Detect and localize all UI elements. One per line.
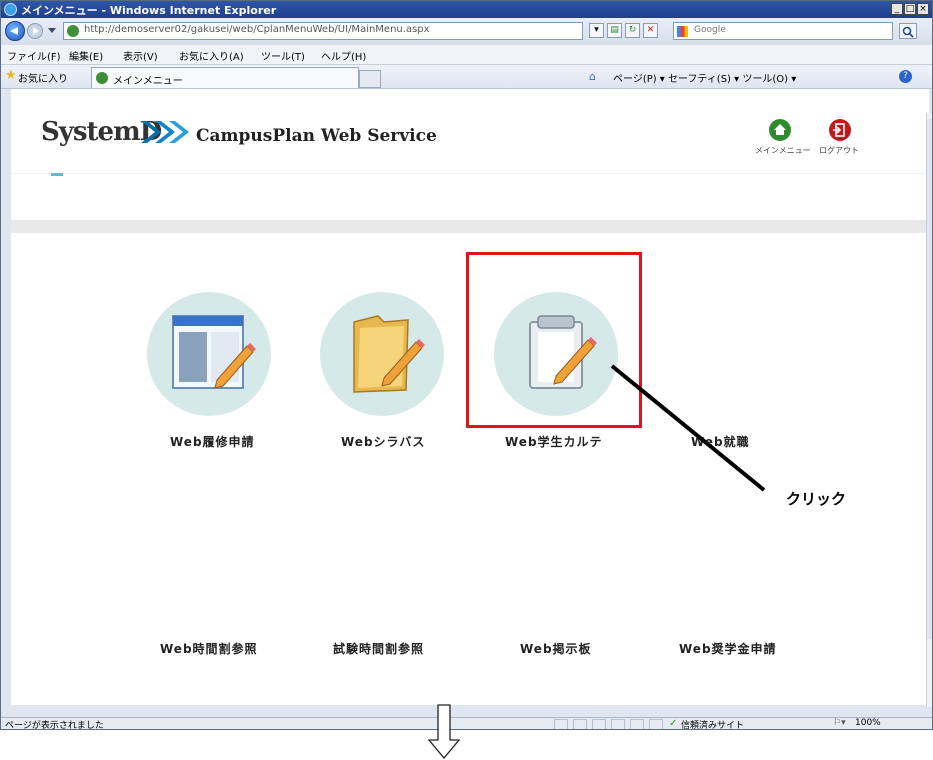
main-menu-label: メインメニュー: [755, 146, 811, 155]
new-tab-button[interactable]: [359, 70, 381, 88]
scrollbar-thumb[interactable]: [927, 119, 932, 639]
logout-icon: [829, 119, 851, 141]
main-menu-button[interactable]: メインメニュー: [755, 119, 811, 159]
header-divider: [11, 173, 929, 174]
click-annotation: クリック: [786, 490, 847, 508]
gray-band: [11, 220, 929, 233]
compatibility-icon[interactable]: ▤: [607, 23, 622, 38]
service-title: CampusPlan Web Service: [196, 126, 437, 146]
security-zone[interactable]: 信頼済みサイト: [681, 718, 744, 729]
command-bar[interactable]: ページ(P) ▾ セーフティ(S) ▾ ツール(O) ▾: [613, 70, 796, 85]
chevron-down-icon[interactable]: [48, 28, 56, 33]
protected-mode-icon[interactable]: ⚐▾: [833, 718, 846, 728]
minimize-icon[interactable]: _: [891, 3, 903, 15]
syllabus-folder-icon: [320, 292, 444, 416]
tab-marker: [51, 173, 63, 176]
tile-timetable[interactable]: Web時間割参照: [146, 629, 296, 659]
menu-help[interactable]: ヘルプ(H): [321, 48, 366, 63]
search-icon[interactable]: [899, 23, 917, 39]
search-input[interactable]: Google: [673, 22, 893, 40]
tile-syllabus[interactable]: Webシラバス: [319, 292, 469, 462]
menu-file[interactable]: ファイル(F): [7, 48, 61, 63]
tile-label: Webシラバス: [341, 435, 426, 449]
tile-label: Web奨学金申請: [679, 642, 777, 656]
help-icon[interactable]: ?: [899, 70, 912, 83]
logo-arrows-icon: [141, 121, 189, 143]
url-text: http://demoserver02/gakusei/web/CplanMen…: [84, 24, 430, 35]
tab-label: メインメニュー: [113, 76, 183, 87]
home-icon: [769, 119, 791, 141]
tile-exam-timetable[interactable]: 試験時間割参照: [319, 629, 469, 659]
course-registration-icon: [147, 292, 271, 416]
maximize-icon[interactable]: □: [904, 3, 916, 15]
tile-label: Web履修申請: [170, 435, 255, 449]
menu-edit[interactable]: 編集(E): [69, 48, 103, 63]
menu-favorites[interactable]: お気に入り(A): [179, 48, 244, 63]
home-icon[interactable]: ⌂: [589, 70, 596, 83]
tile-label: Web学生カルテ: [505, 435, 603, 449]
close-icon[interactable]: ×: [917, 3, 929, 15]
check-icon: ✓: [669, 718, 678, 729]
ie-icon: [4, 3, 17, 16]
tab-main-menu[interactable]: メインメニュー: [91, 67, 359, 88]
address-dropdown-button[interactable]: ▾: [589, 23, 604, 38]
logout-label: ログアウト: [819, 146, 859, 155]
pointer-line: [610, 364, 766, 492]
favorites-bar: ★ お気に入り メインメニュー ⌂ ページ(P) ▾ セーフティ(S) ▾ ツー…: [1, 65, 932, 89]
tile-bulletin-board[interactable]: Web掲示板: [493, 629, 643, 659]
address-bar[interactable]: http://demoserver02/gakusei/web/CplanMen…: [63, 22, 583, 40]
down-arrow-icon: [428, 704, 460, 760]
site-icon: [67, 25, 79, 37]
status-segment: [573, 719, 587, 729]
site-header: SystemD CampusPlan Web Service メインメニュー ロ…: [11, 89, 929, 174]
search-placeholder: Google: [694, 25, 726, 35]
status-segment: [649, 719, 663, 729]
back-button[interactable]: [5, 21, 25, 41]
site-icon: [96, 72, 108, 84]
status-segment: [630, 719, 644, 729]
logout-button[interactable]: ログアウト: [819, 119, 869, 159]
tile-label: Web時間割参照: [160, 642, 258, 656]
menu-tools[interactable]: ツール(T): [261, 48, 305, 63]
refresh-icon[interactable]: ↻: [625, 23, 640, 38]
menu-view[interactable]: 表示(V): [123, 48, 158, 63]
favorites-button[interactable]: お気に入り: [18, 70, 68, 85]
window-title: メインメニュー - Windows Internet Explorer: [21, 4, 277, 17]
status-text: ページが表示されました: [5, 721, 104, 730]
stop-icon[interactable]: ✕: [643, 23, 658, 38]
google-icon: [677, 26, 688, 37]
zoom-level[interactable]: 100%: [855, 718, 881, 728]
tile-course-registration[interactable]: Web履修申請: [146, 292, 296, 462]
tile-scholarship[interactable]: Web奨学金申請: [669, 629, 819, 659]
vertical-scrollbar[interactable]: [926, 113, 932, 707]
title-bar: メインメニュー - Windows Internet Explorer _ □ …: [1, 1, 932, 18]
forward-button[interactable]: [27, 23, 43, 39]
tile-label: 試験時間割参照: [333, 642, 425, 656]
status-segment: [554, 719, 568, 729]
address-row: http://demoserver02/gakusei/web/CplanMen…: [1, 18, 932, 45]
status-segment: [592, 719, 606, 729]
menu-bar: ファイル(F) 編集(E) 表示(V) お気に入り(A) ツール(T) ヘルプ(…: [1, 45, 932, 65]
status-segment: [611, 719, 625, 729]
status-bar: ページが表示されました ✓ 信頼済みサイト ⚐▾ 100%: [1, 717, 932, 730]
tile-label: Web掲示板: [520, 642, 592, 656]
star-icon: ★: [5, 68, 17, 83]
